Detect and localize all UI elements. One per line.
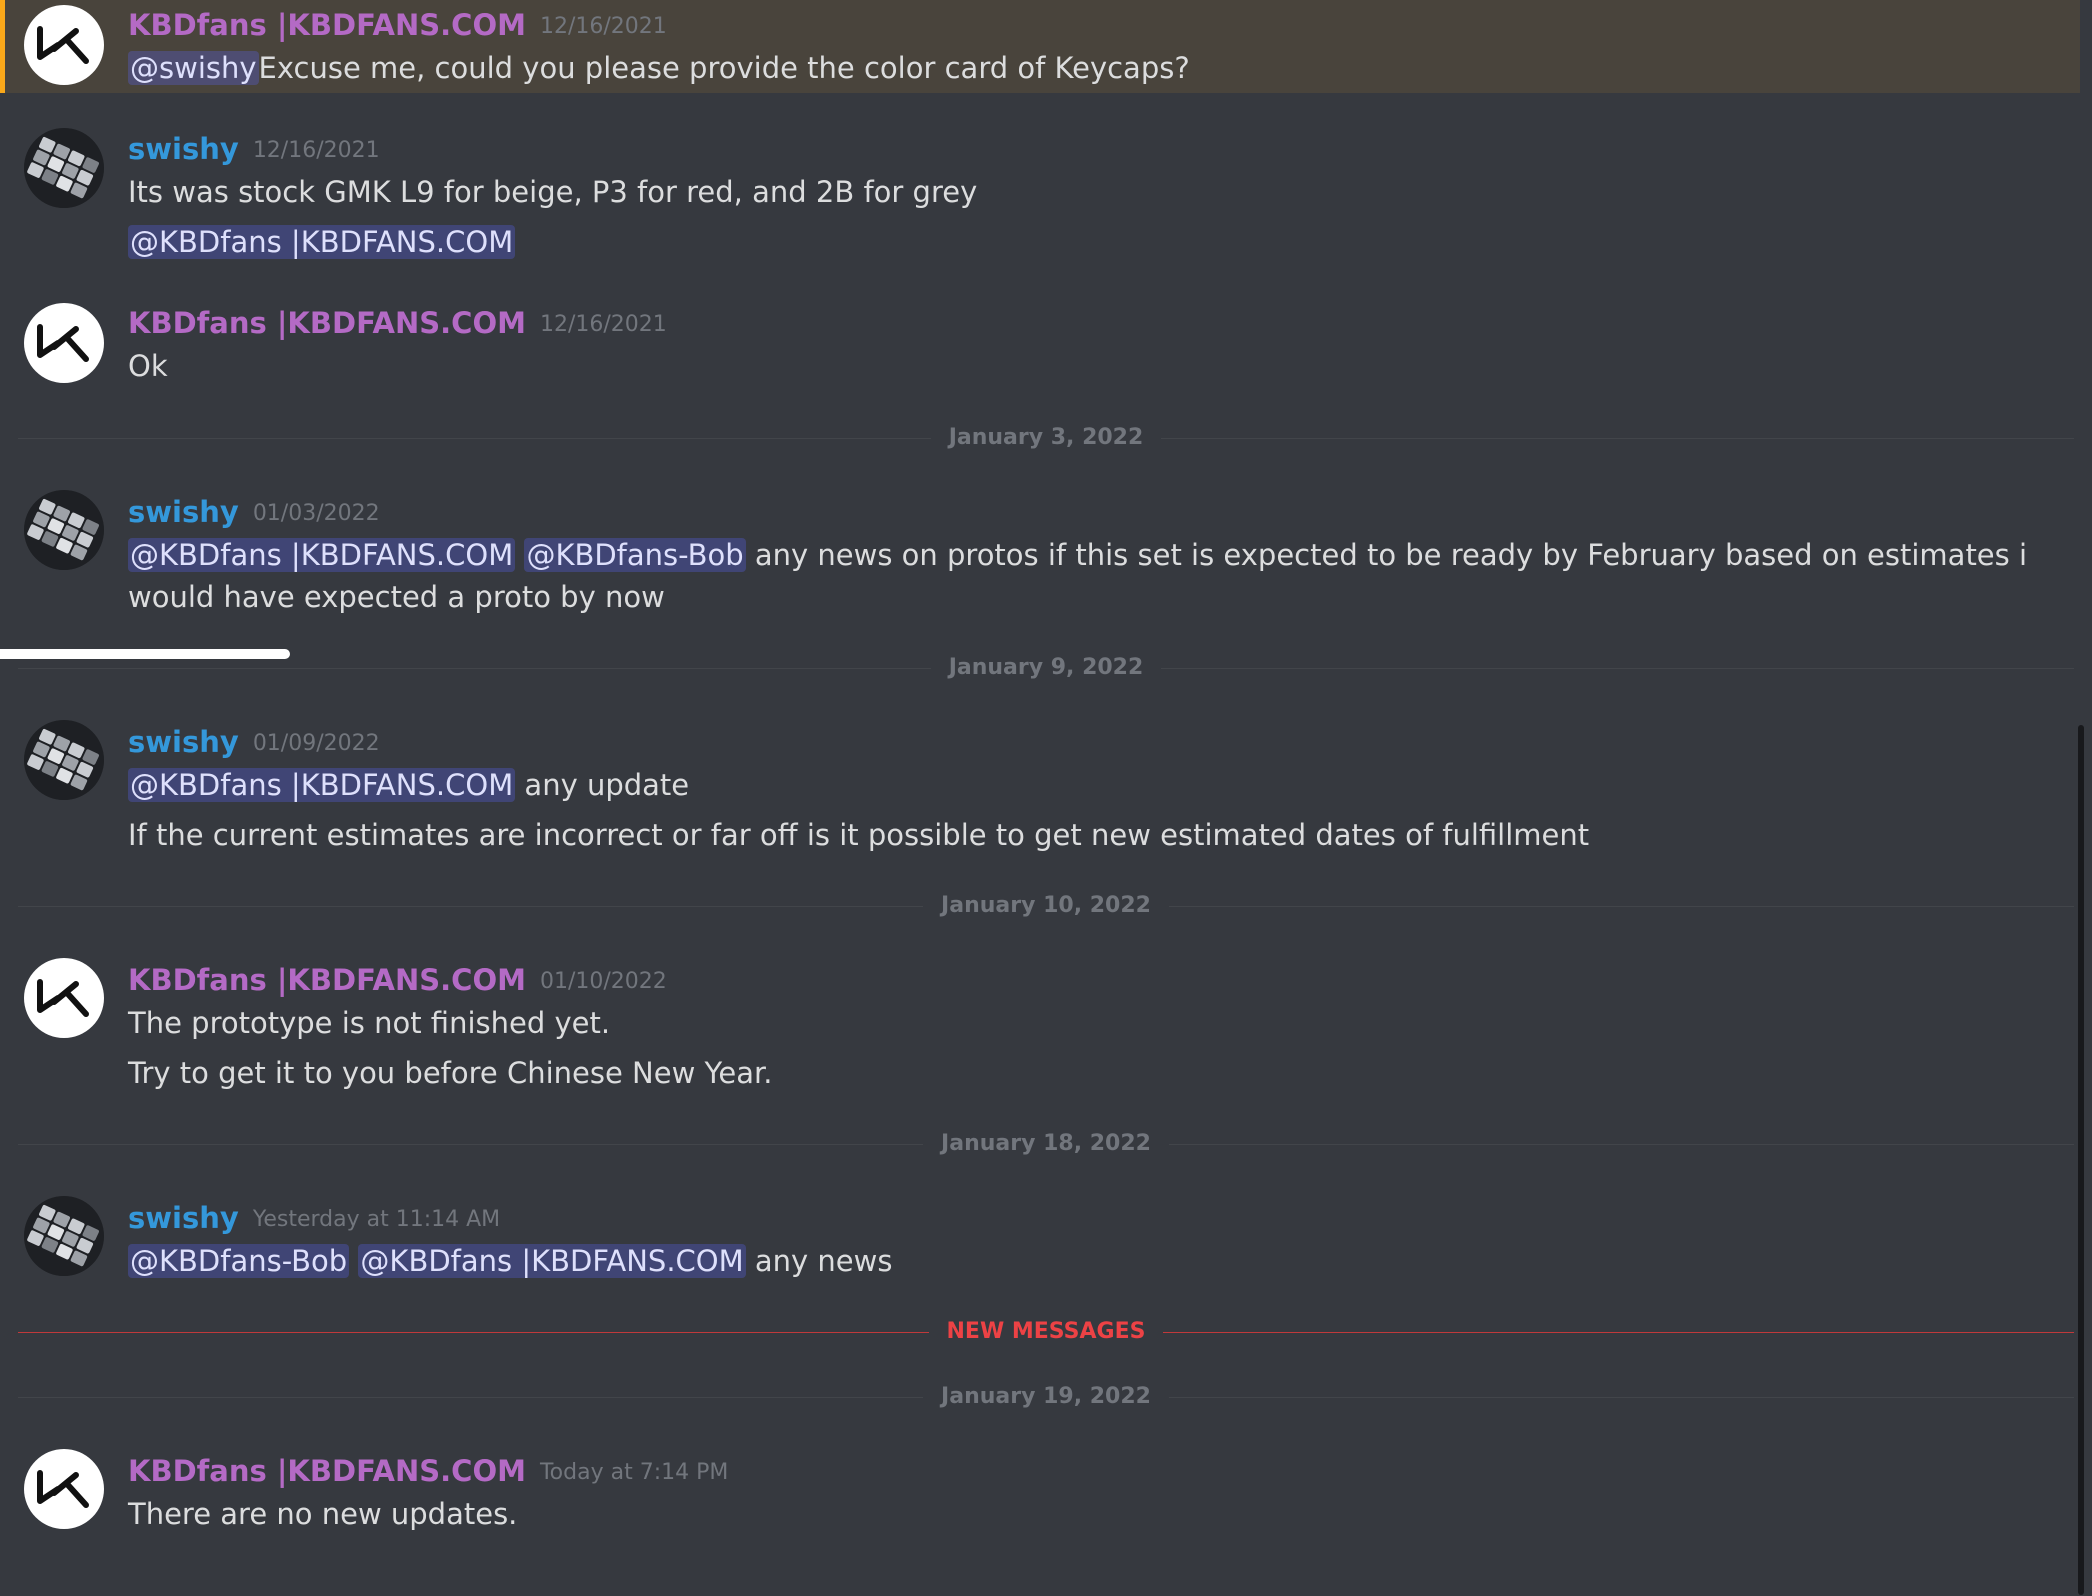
message-item[interactable]: swishy Yesterday at 11:14 AM @KBDfans-Bob… (0, 1181, 2080, 1291)
author-name[interactable]: swishy (128, 725, 239, 759)
message-text: Its was stock GMK L9 for beige, P3 for r… (128, 175, 978, 209)
kbdfans-avatar[interactable] (24, 5, 104, 85)
message-timestamp: 01/09/2022 (252, 731, 380, 756)
message-text: Ok (128, 349, 168, 383)
date-divider: January 10, 2022 (18, 893, 2074, 918)
user-mention[interactable]: @KBDfans-Bob (524, 538, 746, 572)
swishy-avatar[interactable] (24, 720, 104, 800)
swishy-avatar[interactable] (24, 128, 104, 208)
date-divider-label: January 9, 2022 (930, 655, 1162, 680)
date-divider: January 3, 2022 (18, 425, 2074, 450)
message-timestamp: Today at 7:14 PM (539, 1460, 729, 1485)
message-content: @KBDfans-Bob @KBDfans |KBDFANS.COM any n… (128, 1240, 2040, 1282)
user-mention[interactable]: @KBDfans |KBDFANS.COM (128, 225, 516, 259)
author-name[interactable]: KBDfans |KBDFANS.COM (128, 1454, 526, 1488)
user-mention[interactable]: @KBDfans |KBDFANS.COM (128, 538, 516, 572)
user-mention[interactable]: @swishy (128, 51, 259, 85)
date-divider-label: January 18, 2022 (923, 1131, 1169, 1156)
kbdfans-logo-icon (37, 1470, 89, 1508)
message-content: If the current estimates are incorrect o… (128, 814, 2040, 856)
message-content: There are no new updates. (128, 1493, 2040, 1535)
message-text: There are no new updates. (128, 1497, 518, 1531)
message-content: Try to get it to you before Chinese New … (128, 1052, 2040, 1094)
message-timestamp: 12/16/2021 (539, 14, 667, 39)
message-text: Excuse me, could you please provide the … (258, 51, 1190, 85)
message-timestamp: Yesterday at 11:14 AM (252, 1207, 501, 1232)
message-header: swishy Yesterday at 11:14 AM (128, 1201, 500, 1235)
kbdfans-avatar[interactable] (24, 1449, 104, 1529)
message-header: KBDfans |KBDFANS.COM 12/16/2021 (128, 8, 667, 42)
user-mention[interactable]: @KBDfans |KBDFANS.COM (358, 1244, 746, 1278)
date-divider: January 19, 2022 (18, 1384, 2074, 1409)
message-item[interactable]: KBDfans |KBDFANS.COM 12/16/2021 Ok (0, 290, 2080, 390)
author-name[interactable]: KBDfans |KBDFANS.COM (128, 306, 526, 340)
author-name[interactable]: swishy (128, 495, 239, 529)
message-text: The prototype is not finished yet. (128, 1006, 611, 1040)
keyboard-photo-avatar (24, 490, 104, 570)
kbdfans-logo-icon (37, 979, 89, 1017)
message-timestamp: 12/16/2021 (539, 312, 667, 337)
message-header: KBDfans |KBDFANS.COM 01/10/2022 (128, 963, 667, 997)
message-text: Try to get it to you before Chinese New … (128, 1056, 773, 1090)
message-timestamp: 01/10/2022 (539, 969, 667, 994)
kbdfans-logo-icon (37, 324, 89, 362)
new-messages-divider: NEW MESSAGES (18, 1319, 2074, 1344)
message-timestamp: 01/03/2022 (252, 501, 380, 526)
kbdfans-avatar[interactable] (24, 958, 104, 1038)
message-item[interactable]: swishy 12/16/2021 Its was stock GMK L9 fo… (0, 115, 2080, 275)
author-name[interactable]: swishy (128, 132, 239, 166)
user-mention[interactable]: @KBDfans-Bob (128, 1244, 350, 1278)
scrollbar-thumb[interactable] (2078, 725, 2084, 1595)
chat-message-list[interactable]: KBDfans |KBDFANS.COM 12/16/2021 @swishyEx… (0, 0, 2092, 1596)
message-item[interactable]: swishy 01/03/2022 @KBDfans |KBDFANS.COM @… (0, 475, 2080, 620)
date-divider-label: January 10, 2022 (923, 893, 1169, 918)
message-item[interactable]: swishy 01/09/2022 @KBDfans |KBDFANS.COM a… (0, 705, 2080, 855)
message-header: KBDfans |KBDFANS.COM 12/16/2021 (128, 306, 667, 340)
message-item[interactable]: KBDfans |KBDFANS.COM Today at 7:14 PM The… (0, 1434, 2080, 1544)
message-content: @KBDfans |KBDFANS.COM any update (128, 764, 2040, 806)
message-content: The prototype is not finished yet. (128, 1002, 2040, 1044)
keyboard-photo-avatar (24, 720, 104, 800)
date-divider: January 9, 2022 (18, 655, 2074, 680)
message-header: swishy 01/03/2022 (128, 495, 380, 529)
author-name[interactable]: KBDfans |KBDFANS.COM (128, 963, 526, 997)
author-name[interactable]: KBDfans |KBDFANS.COM (128, 8, 526, 42)
message-content: @KBDfans |KBDFANS.COM @KBDfans-Bob any n… (128, 534, 2040, 618)
kbdfans-avatar[interactable] (24, 303, 104, 383)
message-header: KBDfans |KBDFANS.COM Today at 7:14 PM (128, 1454, 728, 1488)
message-content: Its was stock GMK L9 for beige, P3 for r… (128, 171, 2040, 213)
kbdfans-logo-icon (37, 26, 89, 64)
date-divider-label: January 3, 2022 (930, 425, 1162, 450)
message-text: If the current estimates are incorrect o… (128, 818, 1590, 852)
message-timestamp: 12/16/2021 (252, 138, 380, 163)
user-mention[interactable]: @KBDfans |KBDFANS.COM (128, 768, 516, 802)
message-header: swishy 01/09/2022 (128, 725, 380, 759)
date-divider-label: January 19, 2022 (923, 1384, 1169, 1409)
message-header: swishy 12/16/2021 (128, 132, 380, 166)
date-divider: January 18, 2022 (18, 1131, 2074, 1156)
message-item[interactable]: KBDfans |KBDFANS.COM 12/16/2021 @swishyEx… (0, 0, 2080, 93)
message-content: @swishyExcuse me, could you please provi… (128, 47, 2040, 89)
swishy-avatar[interactable] (24, 490, 104, 570)
message-item[interactable]: KBDfans |KBDFANS.COM 01/10/2022 The proto… (0, 943, 2080, 1093)
message-text: any update (515, 768, 690, 802)
message-content: Ok (128, 345, 2040, 387)
swishy-avatar[interactable] (24, 1196, 104, 1276)
message-content: @KBDfans |KBDFANS.COM (128, 221, 2040, 263)
keyboard-photo-avatar (24, 128, 104, 208)
author-name[interactable]: swishy (128, 1201, 239, 1235)
message-text: any news (745, 1244, 893, 1278)
new-messages-label: NEW MESSAGES (928, 1319, 1164, 1344)
keyboard-photo-avatar (24, 1196, 104, 1276)
